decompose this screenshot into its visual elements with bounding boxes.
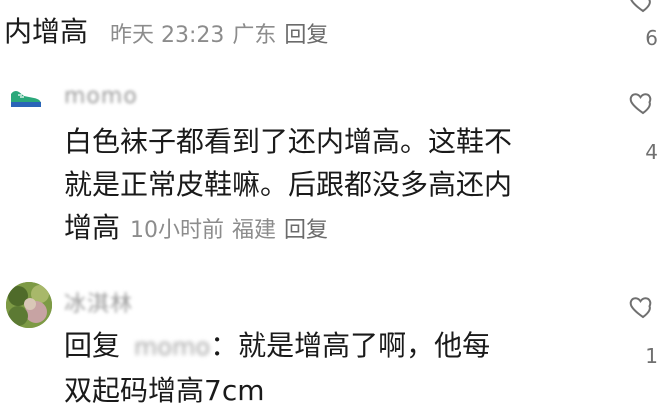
reply-button[interactable]: 回复 xyxy=(284,17,328,49)
reply-prefix: 回复 xyxy=(64,329,121,362)
comment-text-line: 双起码增高7cm xyxy=(64,374,265,407)
username[interactable]: momo xyxy=(64,84,138,109)
avatar[interactable] xyxy=(8,86,44,112)
comment-text-part: ：就是增高了啊，他每 xyxy=(210,329,491,362)
comment-location: 福建 xyxy=(232,218,277,243)
heart-outline-icon[interactable] xyxy=(628,0,658,16)
comment-item: momo 白色袜子都看到了还内增高。这鞋不 就是正常皮鞋嘛。后跟都没多高还内 增… xyxy=(0,72,660,262)
like-count: 4 xyxy=(645,140,658,164)
comment-text: 内增高 xyxy=(4,15,89,48)
sneaker-icon xyxy=(11,90,41,107)
comment-item: 内增高 昨天 23:23 广东 回复 6 xyxy=(0,0,660,60)
reply-mention[interactable]: momo xyxy=(134,327,210,367)
comment-meta: 昨天 23:23 广东 回复 xyxy=(110,17,336,49)
comment-location: 广东 xyxy=(232,23,277,48)
comment-text-line: 回复 momo ：就是增高了啊，他每 xyxy=(64,326,604,367)
reply-button[interactable]: 回复 xyxy=(284,211,328,251)
username[interactable]: 冰淇林 xyxy=(64,286,133,318)
comment-text-line: 增高 xyxy=(64,211,121,244)
comment-text: 回复 momo ：就是增高了啊，他每 双起码增高7cm xyxy=(64,326,604,411)
comment-text-line: 就是正常皮鞋嘛。后跟都没多高还内 xyxy=(64,168,513,201)
comment-text: 白色袜子都看到了还内增高。这鞋不 就是正常皮鞋嘛。后跟都没多高还内 增高 10小… xyxy=(64,122,604,251)
comment-meta: 10小时前 福建 回复 xyxy=(130,211,336,251)
comment-text-line: 白色袜子都看到了还内增高。这鞋不 xyxy=(64,125,513,158)
avatar-image xyxy=(6,282,52,328)
comment-time: 10小时前 xyxy=(130,218,225,243)
heart-outline-icon[interactable] xyxy=(628,292,658,322)
comment-time: 昨天 23:23 xyxy=(110,23,225,48)
heart-outline-icon[interactable] xyxy=(628,88,658,118)
comment-item: 冰淇林 回复 momo ：就是增高了啊，他每 双起码增高7cm 1 xyxy=(0,278,660,410)
like-count: 1 xyxy=(645,344,658,368)
comment-text-last-line: 增高 10小时前 福建 回复 xyxy=(64,208,604,251)
like-count: 6 xyxy=(645,26,658,50)
avatar-photo[interactable] xyxy=(6,282,52,328)
